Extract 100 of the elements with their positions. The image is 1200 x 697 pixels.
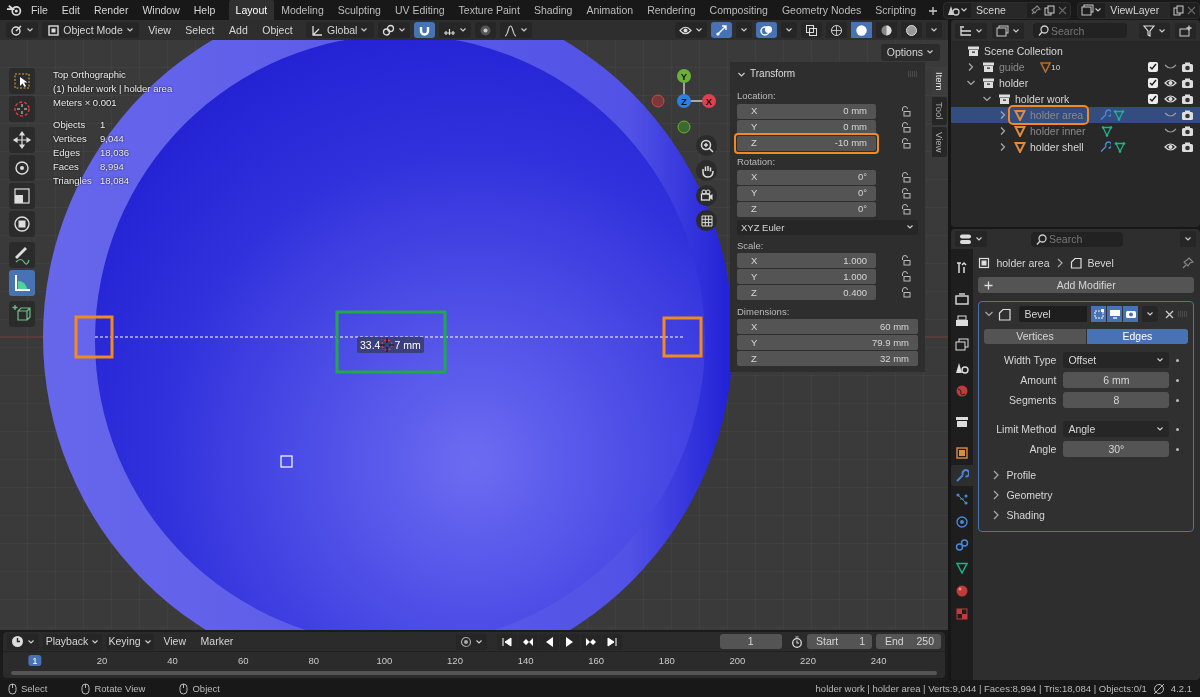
- outliner-row[interactable]: holder: [951, 75, 1200, 91]
- axis-handle[interactable]: X: [702, 94, 716, 108]
- segmented-tab[interactable]: Edges: [1086, 329, 1188, 344]
- outliner-row[interactable]: holder work: [951, 91, 1200, 107]
- workspace-tab[interactable]: Modeling: [274, 1, 331, 20]
- number-field[interactable]: Z 32 mm: [737, 351, 918, 367]
- menu-item[interactable]: View: [143, 23, 177, 37]
- end-frame-field[interactable]: End 250: [876, 634, 941, 649]
- number-field[interactable]: Z 0°: [737, 201, 876, 217]
- dropdown[interactable]: Angle: [1063, 421, 1170, 437]
- current-frame-marker[interactable]: 1: [28, 655, 42, 667]
- frame-number: 160: [588, 655, 605, 667]
- number-field[interactable]: Z 0.400: [737, 285, 876, 301]
- workspace-tab[interactable]: Animation: [579, 1, 641, 20]
- mode-dropdown[interactable]: Object Mode: [42, 22, 140, 38]
- workspace-tab[interactable]: Geometry Nodes: [774, 1, 869, 20]
- menu-item[interactable]: Object: [257, 23, 298, 37]
- status-hint: Object: [192, 682, 220, 695]
- outliner-row[interactable]: Scene Collection: [951, 43, 1200, 59]
- panel-title: Transform: [750, 68, 796, 80]
- number-field[interactable]: Y 0°: [737, 185, 876, 201]
- outliner-item-label: guide: [999, 60, 1025, 74]
- measure-value: 7 mm: [394, 338, 421, 352]
- subpanel-header[interactable]: Geometry: [984, 485, 1188, 505]
- workspace-tab[interactable]: Compositing: [702, 1, 775, 20]
- number-field[interactable]: 8: [1063, 392, 1170, 408]
- number-field[interactable]: Y 1.000: [737, 269, 876, 285]
- stat-value: 18,084: [100, 175, 130, 188]
- workspace-tab[interactable]: Texture Paint: [451, 1, 527, 20]
- dropdown[interactable]: Offset: [1063, 352, 1170, 368]
- menu-item[interactable]: Marker: [195, 635, 239, 648]
- status-info: holder work | holder area | Verts:9,044 | Faces:8,994 | Tris:18,084 | Objects:0/1: [815, 682, 1147, 695]
- menu-item[interactable]: Help: [187, 1, 222, 19]
- outliner-row[interactable]: holder shell: [951, 139, 1200, 155]
- menu-item[interactable]: File: [24, 1, 54, 19]
- sidebar-tab[interactable]: View: [932, 126, 948, 158]
- menu-item[interactable]: View: [158, 635, 192, 648]
- viewport-info-text: Top Orthographic: [53, 69, 127, 82]
- number-field[interactable]: X 0 mm: [737, 103, 876, 119]
- sidebar-tab[interactable]: Tool: [932, 97, 948, 125]
- search-field[interactable]: Search: [1033, 23, 1127, 38]
- number-field[interactable]: X 0°: [737, 169, 876, 185]
- field-label: Angle: [1028, 442, 1057, 456]
- workspace-tab[interactable]: Shading: [526, 1, 580, 20]
- modifier-name-field[interactable]: Bevel: [1019, 306, 1088, 322]
- field-label: Segments: [1008, 393, 1057, 407]
- field-label: Limit Method: [995, 422, 1057, 436]
- search-field[interactable]: Search: [1031, 231, 1123, 247]
- outliner-row[interactable]: holder inner: [951, 123, 1200, 139]
- status-hint: Rotate View: [94, 682, 146, 695]
- number-field[interactable]: Z -10 mm: [737, 135, 876, 151]
- number-field[interactable]: 6 mm: [1063, 372, 1170, 388]
- frame-number: 120: [447, 655, 463, 667]
- subpanel-header[interactable]: Profile: [984, 465, 1188, 485]
- menu-item[interactable]: Select: [180, 23, 220, 37]
- add-modifier-button[interactable]: Add Modifier: [978, 277, 1194, 293]
- number-field[interactable]: Y 79.9 mm: [737, 335, 918, 351]
- outliner-item-label: Scene Collection: [984, 44, 1063, 58]
- workspace-tab[interactable]: Scripting: [868, 1, 924, 20]
- options-dropdown[interactable]: Options: [880, 44, 940, 61]
- start-frame-field[interactable]: Start 1: [807, 634, 872, 649]
- frame-number: 100: [376, 655, 393, 667]
- rotation-mode-dropdown[interactable]: XYZ Euler: [737, 219, 918, 235]
- segmented-tab[interactable]: Vertices: [984, 329, 1086, 344]
- menu-item[interactable]: Edit: [55, 1, 86, 19]
- frame-number: 140: [517, 655, 534, 667]
- outliner-item-label: holder area: [1030, 108, 1084, 122]
- number-field[interactable]: X 1.000: [737, 253, 876, 269]
- menu-item[interactable]: Render: [87, 1, 135, 19]
- axis-handle[interactable]: Z: [677, 94, 691, 108]
- workspace-tab[interactable]: Sculpting: [330, 1, 388, 20]
- stat-value: 1: [100, 119, 106, 132]
- frame-number: 220: [800, 655, 816, 667]
- current-frame-field[interactable]: 1: [719, 634, 782, 649]
- field-group-label: Location:: [737, 90, 777, 102]
- menu-dropdown[interactable]: Playback: [43, 633, 102, 650]
- outliner-item-label: holder shell: [1030, 140, 1084, 154]
- subpanel-header[interactable]: Shading: [984, 505, 1188, 525]
- stat-value: 18,036: [100, 147, 130, 160]
- stat-label: Objects: [53, 119, 87, 132]
- child-count: 10: [1051, 62, 1061, 73]
- menu-dropdown[interactable]: Keying: [105, 633, 155, 650]
- frame-number: 60: [237, 655, 249, 667]
- outliner-row[interactable]: guide 10: [951, 59, 1200, 75]
- breadcrumb-item: Bevel: [1087, 256, 1114, 270]
- field-group-label: Rotation:: [737, 155, 777, 168]
- frame-number: 80: [308, 655, 320, 667]
- field-group-label: Scale:: [737, 239, 765, 252]
- breadcrumb-item: holder area: [996, 256, 1050, 270]
- workspace-tab[interactable]: UV Editing: [387, 1, 452, 20]
- number-field[interactable]: 30°: [1063, 441, 1170, 457]
- menu-item[interactable]: Window: [136, 1, 186, 19]
- field-group-label: Dimensions:: [737, 305, 791, 318]
- menu-item[interactable]: Add: [223, 23, 253, 37]
- axis-handle[interactable]: Y: [677, 69, 691, 83]
- workspace-tab[interactable]: Rendering: [640, 1, 703, 20]
- field-label: Amount: [1019, 373, 1057, 387]
- workspace-tab[interactable]: Layout: [228, 0, 275, 20]
- number-field[interactable]: X 60 mm: [737, 319, 918, 335]
- orientation-dropdown[interactable]: Global: [305, 22, 374, 38]
